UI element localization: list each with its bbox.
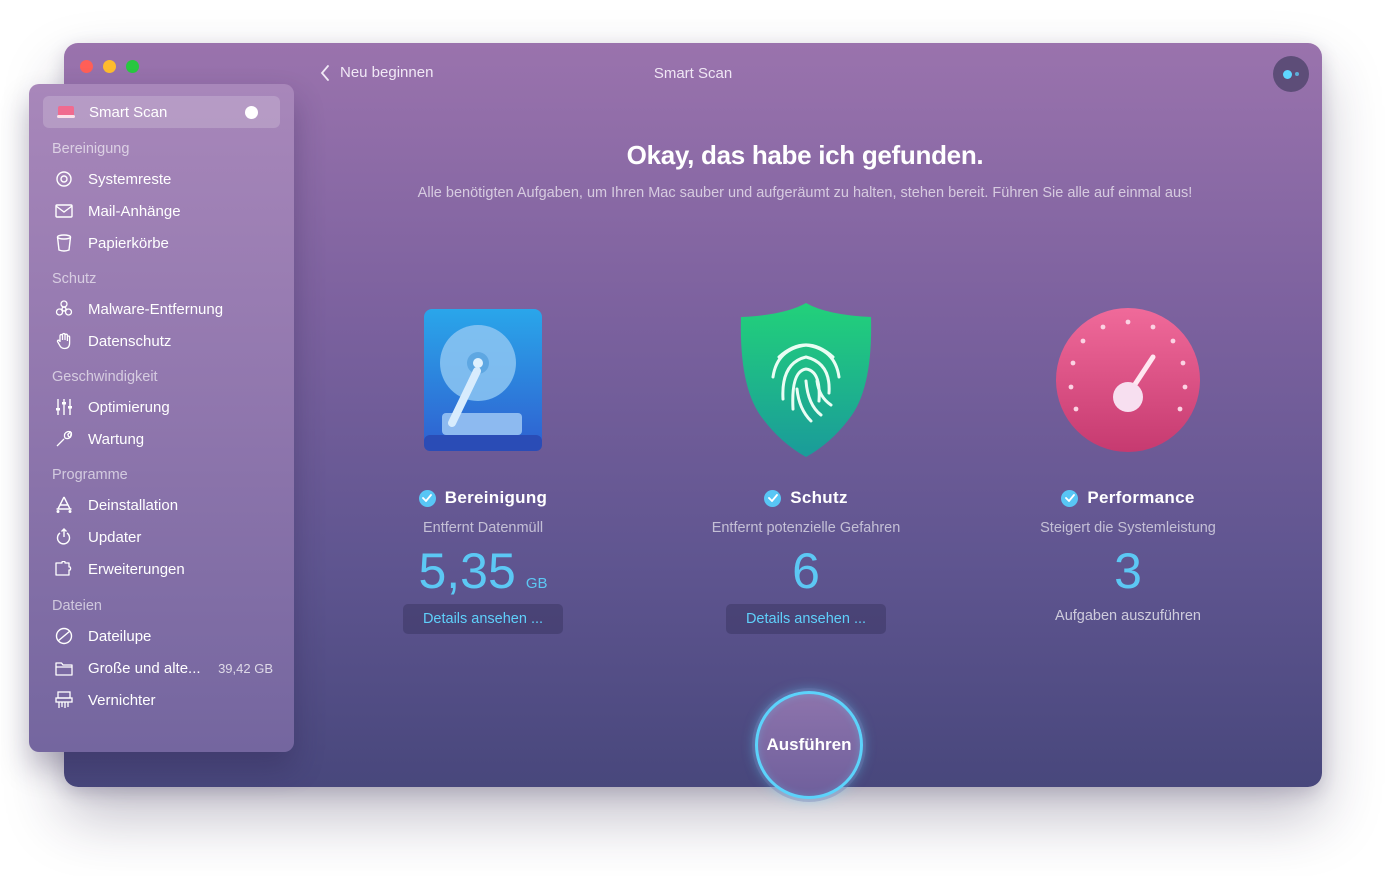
performance-title-label: Performance	[1087, 488, 1195, 507]
check-icon	[418, 489, 436, 507]
sliders-icon	[53, 396, 75, 418]
cleanup-title: Bereinigung	[343, 488, 623, 508]
performance-value: 3	[988, 542, 1268, 600]
performance-card: Performance Steigert die Systemleistung …	[988, 300, 1268, 624]
sidebar-item-malware[interactable]: Malware-Entfernung	[53, 295, 283, 323]
section-geschwindigkeit: Geschwindigkeit	[52, 369, 158, 385]
sidebar-item-optimierung[interactable]: Optimierung	[53, 393, 283, 421]
sidebar-item-label: Deinstallation	[88, 496, 179, 514]
performance-tasks-label: Aufgaben auszuführen	[1055, 608, 1201, 624]
run-button-halo: Ausführen	[752, 688, 866, 802]
mail-icon	[53, 200, 75, 222]
sidebar-item-papierkoerbe[interactable]: Papierkörbe	[53, 229, 283, 257]
cleanup-value: 5,35 GB	[343, 542, 623, 600]
sidebar-item-smart-scan[interactable]: Smart Scan	[43, 96, 280, 128]
wrench-icon	[53, 428, 75, 450]
cleanup-value-unit: GB	[525, 575, 548, 592]
cleanup-card: Bereinigung Entfernt Datenmüll 5,35 GB D…	[343, 300, 623, 634]
protection-title-label: Schutz	[790, 488, 848, 507]
protection-value: 6	[666, 542, 946, 600]
protection-description: Entfernt potenzielle Gefahren	[711, 520, 901, 536]
sidebar-item-label: Dateilupe	[88, 627, 152, 645]
sidebar-item-label: Datenschutz	[88, 332, 172, 350]
speedometer-icon	[988, 300, 1268, 460]
performance-value-number: 3	[1114, 543, 1142, 599]
sidebar: Smart Scan Bereinigung Systemreste Mail-…	[29, 84, 294, 752]
sidebar-item-label: Mail-Anhänge	[88, 202, 181, 220]
sidebar-item-label: Smart Scan	[89, 103, 168, 121]
sidebar-item-erweiterungen[interactable]: Erweiterungen	[53, 555, 283, 583]
sidebar-item-label: Papierkörbe	[88, 234, 169, 252]
sidebar-item-deinstallation[interactable]: Deinstallation	[53, 491, 283, 519]
folder-icon	[53, 657, 75, 679]
biohazard-icon	[53, 298, 75, 320]
page-subtitle: Alle benötigten Aufgaben, um Ihren Mac s…	[417, 185, 1193, 201]
sidebar-item-systemreste[interactable]: Systemreste	[53, 165, 283, 193]
sidebar-item-label: Vernichter	[88, 691, 156, 709]
cleanup-description: Entfernt Datenmüll	[422, 520, 544, 536]
system-junk-icon	[53, 168, 75, 190]
sidebar-item-label: Systemreste	[88, 170, 172, 188]
sidebar-item-vernichter[interactable]: Vernichter	[53, 686, 283, 714]
cleanup-title-label: Bereinigung	[444, 488, 548, 507]
smart-scan-icon	[55, 101, 77, 123]
cleanup-details-button[interactable]: Details ansehen ...	[403, 604, 563, 634]
trash-icon	[53, 232, 75, 254]
sidebar-item-label: Wartung	[88, 430, 145, 448]
sidebar-item-grosse-und-alte[interactable]: Große und alte... 39,42 GB	[53, 654, 283, 682]
file-size-label: 39,42 GB	[218, 660, 273, 676]
space-lens-icon	[53, 625, 75, 647]
check-icon	[1061, 489, 1079, 507]
protection-details-button[interactable]: Details ansehen ...	[726, 604, 886, 634]
section-dateien: Dateien	[52, 598, 102, 614]
sidebar-item-label: Große und alte...	[88, 659, 201, 677]
sidebar-item-mail[interactable]: Mail-Anhänge	[53, 197, 283, 225]
sidebar-item-label: Optimierung	[88, 398, 170, 416]
sidebar-item-label: Erweiterungen	[88, 560, 185, 578]
updater-icon	[53, 526, 75, 548]
sidebar-item-wartung[interactable]: Wartung	[53, 425, 283, 453]
shredder-icon	[53, 689, 75, 711]
sidebar-item-datenschutz[interactable]: Datenschutz	[53, 327, 283, 355]
hard-drive-icon	[343, 300, 623, 460]
sidebar-item-updater[interactable]: Updater	[53, 523, 283, 551]
sidebar-item-label: Malware-Entfernung	[88, 300, 224, 318]
assistant-dot-icon	[1283, 69, 1292, 79]
cleanup-value-number: 5,35	[418, 543, 516, 599]
active-indicator-dot	[245, 106, 258, 119]
window-title: Smart Scan	[653, 65, 733, 82]
section-programme: Programme	[52, 467, 128, 483]
protection-value-number: 6	[792, 543, 820, 599]
performance-title: Performance	[988, 488, 1268, 508]
hand-icon	[53, 330, 75, 352]
page-title: Okay, das habe ich gefunden.	[626, 140, 984, 170]
protection-card: Schutz Entfernt potenzielle Gefahren 6 D…	[666, 300, 946, 634]
fingerprint-shield-icon	[666, 300, 946, 460]
protection-title: Schutz	[666, 488, 946, 508]
assistant-small-dot-icon	[1295, 72, 1299, 76]
assistant-button[interactable]	[1273, 56, 1309, 92]
extensions-icon	[53, 558, 75, 580]
check-icon	[764, 489, 782, 507]
sidebar-item-dateilupe[interactable]: Dateilupe	[53, 622, 283, 650]
performance-description: Steigert die Systemleistung	[1040, 520, 1216, 536]
uninstaller-icon	[53, 494, 75, 516]
section-bereinigung: Bereinigung	[52, 141, 130, 157]
sidebar-item-label: Updater	[88, 528, 142, 546]
section-schutz: Schutz	[52, 271, 97, 287]
run-button[interactable]: Ausführen	[755, 691, 863, 799]
